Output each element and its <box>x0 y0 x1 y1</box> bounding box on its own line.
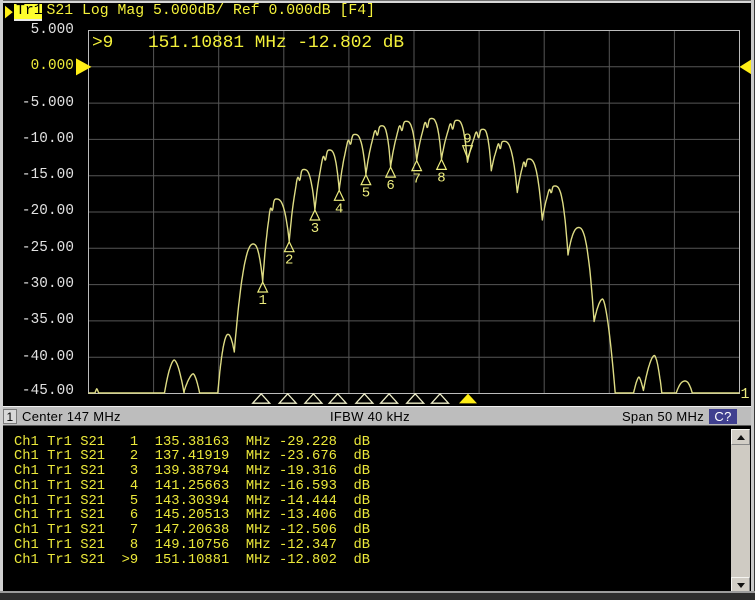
svg-text:6: 6 <box>386 178 394 194</box>
svg-text:7: 7 <box>412 172 420 188</box>
svg-text:8: 8 <box>437 170 445 186</box>
svg-text:3: 3 <box>311 221 319 237</box>
svg-text:5: 5 <box>362 186 370 202</box>
svg-text:1: 1 <box>258 293 266 309</box>
svg-text:9: 9 <box>463 132 471 148</box>
svg-text:2: 2 <box>285 253 293 269</box>
svg-text:4: 4 <box>335 201 343 217</box>
